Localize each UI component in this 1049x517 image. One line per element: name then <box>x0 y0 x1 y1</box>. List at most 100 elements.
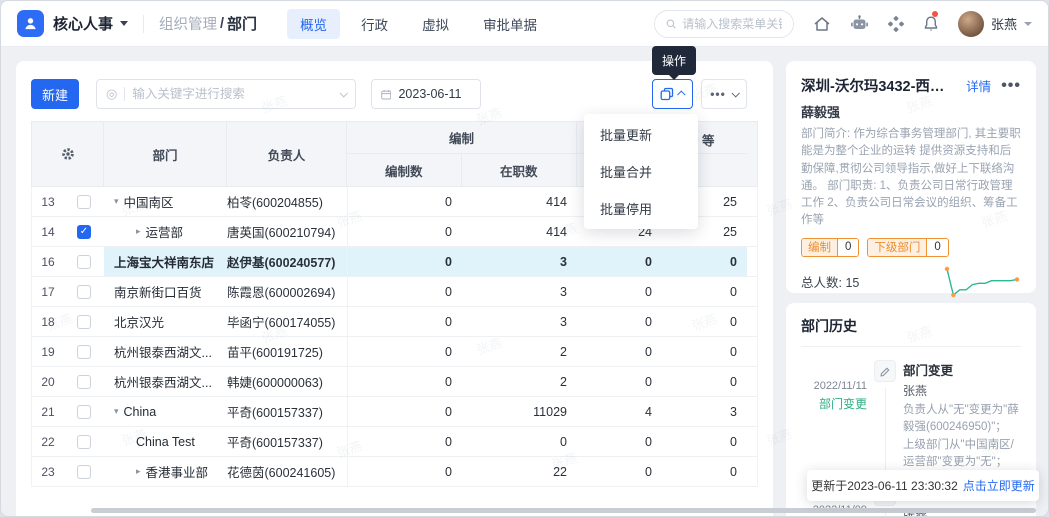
batch-actions-button[interactable] <box>652 79 693 109</box>
row-checkbox[interactable] <box>77 405 91 419</box>
value-cell-3: 0 <box>577 457 662 486</box>
nav-tab-行政[interactable]: 行政 <box>348 9 401 39</box>
dept-name: 北京汉光 <box>114 312 164 331</box>
menu-item[interactable]: 批量合并 <box>584 153 698 190</box>
expand-arrow-icon[interactable]: ▾ <box>114 196 119 207</box>
column-header-active[interactable]: 在职数 <box>462 154 577 186</box>
person-icon <box>23 16 38 31</box>
value-cell-2: 0 <box>462 427 577 456</box>
table-row[interactable]: 23▸香港事业部花德茵(600241605)02200 <box>32 457 757 487</box>
date-picker[interactable] <box>371 79 481 109</box>
user-menu[interactable]: 张燕 <box>958 11 1032 37</box>
dept-name: 香港事业部 <box>146 462 209 481</box>
value-cell-4: 0 <box>662 307 747 336</box>
row-number: 23 <box>32 457 64 486</box>
column-header-manager[interactable]: 负责人 <box>227 122 347 186</box>
row-checkbox[interactable] <box>77 435 91 449</box>
chevron-up-icon <box>677 90 685 98</box>
value-cell-3: 0 <box>577 307 662 336</box>
avatar[interactable] <box>958 11 984 37</box>
app-name[interactable]: 核心人事 <box>53 13 113 34</box>
user-name: 张燕 <box>991 14 1017 33</box>
expand-arrow-icon[interactable]: ▸ <box>136 466 141 477</box>
value-cell-1: 0 <box>347 217 462 246</box>
apps-icon[interactable] <box>888 16 904 32</box>
menu-item[interactable]: 批量更新 <box>584 116 698 153</box>
table-row[interactable]: 18北京汉光毕函宁(600174055)0300 <box>32 307 757 337</box>
more-actions-button[interactable]: ••• <box>701 79 747 109</box>
toast-text: 更新于2023-06-11 23:30:32 <box>811 477 958 494</box>
row-checkbox[interactable] <box>77 375 91 389</box>
gear-icon[interactable] <box>61 147 75 161</box>
checkbox-cell: ✓ <box>64 217 104 246</box>
app-logo-icon[interactable] <box>17 10 44 37</box>
entry-meta: 2022/11/11部门变更 <box>801 360 867 471</box>
date-input[interactable] <box>398 87 471 101</box>
table-body: 13▾中国南区柏苓(600204855)04142514✓▸运营部唐英国(600… <box>31 187 758 487</box>
value-cell-4: 0 <box>662 367 747 396</box>
checkbox-cell <box>64 337 104 366</box>
value-cell-1: 0 <box>347 247 462 276</box>
toast-update-link[interactable]: 点击立即更新 <box>963 477 1035 494</box>
value-cell-2: 22 <box>462 457 577 486</box>
chevron-down-icon <box>731 89 739 97</box>
row-checkbox[interactable] <box>77 315 91 329</box>
table-row[interactable]: 19杭州银泰西湖文...苗平(600191725)0200 <box>32 337 757 367</box>
value-cell-4: 0 <box>662 427 747 456</box>
nav-tab-审批单据[interactable]: 审批单据 <box>470 9 550 39</box>
horizontal-scrollbar[interactable] <box>91 508 1036 513</box>
table-search-input[interactable] <box>132 87 333 101</box>
dept-cell: ▾China <box>104 397 227 426</box>
columns-settings-cell[interactable] <box>32 122 104 186</box>
menu-search-box[interactable] <box>654 10 794 38</box>
dept-name: 南京新街口百货 <box>114 282 202 301</box>
tag-label: 下级部门 <box>868 239 926 256</box>
robot-icon[interactable] <box>850 15 869 32</box>
app-window: 核心人事 组织管理 / 部门 概览行政虚拟审批单据 <box>0 0 1049 517</box>
value-cell-1: 0 <box>347 367 462 396</box>
checkbox-cell <box>64 187 104 216</box>
ellipsis-icon: ••• <box>710 88 726 100</box>
row-checkbox[interactable] <box>77 345 91 359</box>
manager-name: 花德茵(600241605) <box>227 457 347 486</box>
value-cell-1: 0 <box>347 307 462 336</box>
expand-arrow-icon[interactable]: ▸ <box>136 226 141 237</box>
new-button[interactable]: 新建 <box>31 79 79 109</box>
search-chevron-down-icon[interactable] <box>339 89 347 97</box>
row-checkbox[interactable] <box>77 465 91 479</box>
row-checkbox[interactable] <box>77 255 91 269</box>
column-header-headcount[interactable]: 编制数 <box>347 154 462 186</box>
column-header-dept[interactable]: 部门 <box>104 122 227 186</box>
stat-sparkline <box>939 265 1021 299</box>
table-row[interactable]: 20杭州银泰西湖文...韩婕(600000063)0200 <box>32 367 757 397</box>
nav-tab-概览[interactable]: 概览 <box>287 9 340 39</box>
menu-item[interactable]: 批量停用 <box>584 190 698 227</box>
notification-dot <box>932 11 938 17</box>
dept-cell: 杭州银泰西湖文... <box>104 337 227 366</box>
department-manager-name: 薛毅强 <box>801 102 1021 121</box>
table-search-box[interactable]: ◎ <box>96 79 356 109</box>
entry-icon-column <box>867 360 903 471</box>
row-checkbox[interactable] <box>77 195 91 209</box>
table-row[interactable]: 16上海宝大祥南东店赵伊基(600240577)0300 <box>32 247 757 277</box>
table-row[interactable]: 22China Test平奇(600157337)0000 <box>32 427 757 457</box>
table-row[interactable]: 17南京新街口百货陈霞恩(600002694)0300 <box>32 277 757 307</box>
home-icon[interactable] <box>813 16 831 32</box>
tag-编制: 编制0 <box>801 238 859 257</box>
bell-icon[interactable] <box>923 15 939 32</box>
row-checkbox[interactable] <box>77 285 91 299</box>
app-switcher-caret-icon[interactable] <box>120 21 128 26</box>
tag-label: 编制 <box>802 239 837 256</box>
detail-link[interactable]: 详情 <box>966 76 991 95</box>
stat-总人数: 总人数: 15 <box>801 272 939 291</box>
row-checkbox[interactable]: ✓ <box>77 225 91 239</box>
table-row[interactable]: 21▾China平奇(600157337)01102943 <box>32 397 757 427</box>
breadcrumb-section[interactable]: 组织管理 <box>159 13 217 34</box>
value-cell-1: 0 <box>347 187 462 216</box>
manager-name: 平奇(600157337) <box>227 397 347 426</box>
menu-search-input[interactable] <box>682 17 782 31</box>
nav-tab-虚拟[interactable]: 虚拟 <box>409 9 462 39</box>
expand-arrow-icon[interactable]: ▾ <box>114 406 119 417</box>
value-cell-2: 414 <box>462 187 577 216</box>
card-more-icon[interactable]: ••• <box>1001 77 1021 95</box>
